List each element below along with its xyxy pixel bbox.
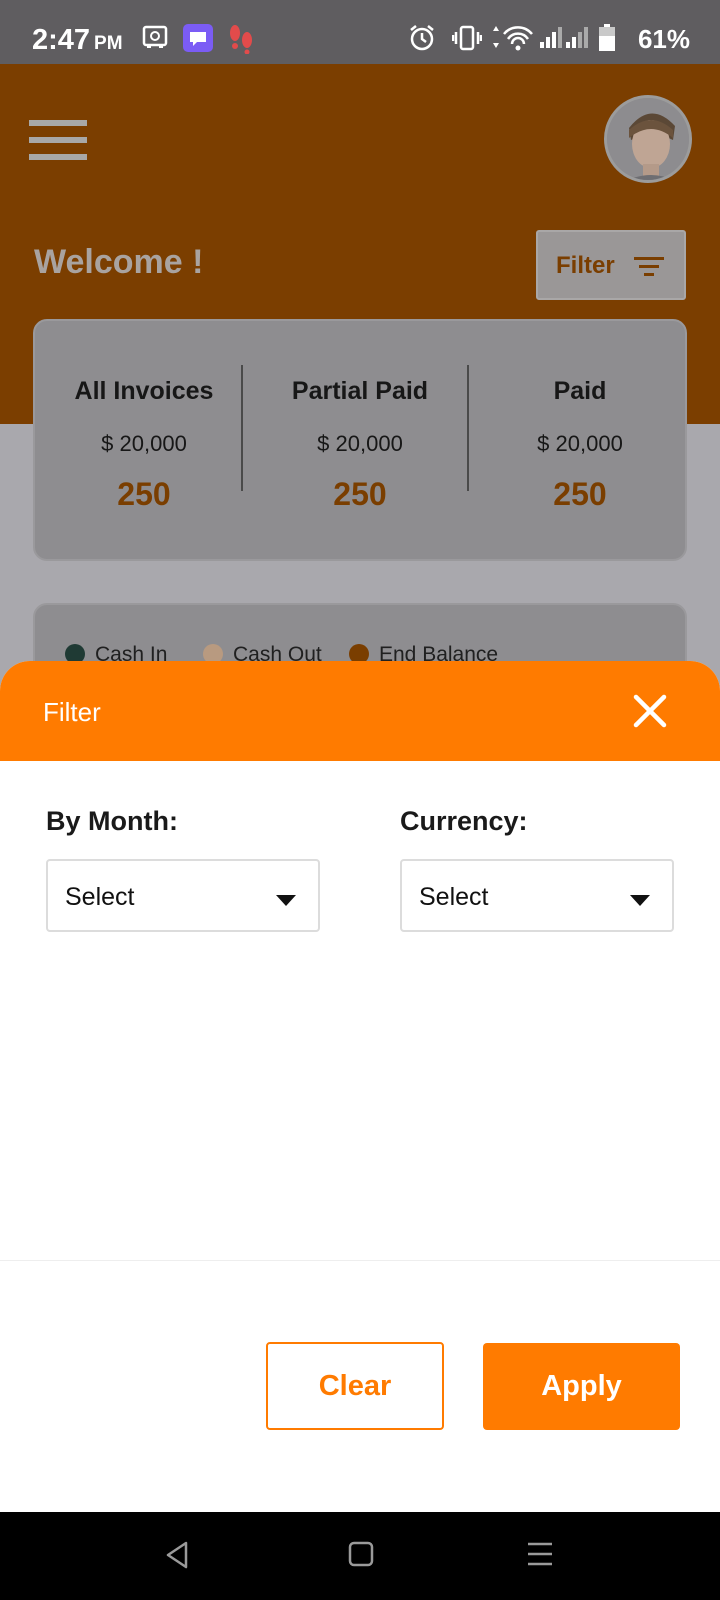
chevron-down-icon — [276, 895, 296, 906]
invoice-stats-card: All Invoices $ 20,000 250 Partial Paid $… — [33, 319, 687, 561]
back-icon[interactable] — [164, 1540, 190, 1570]
chat-app-icon — [183, 24, 213, 52]
home-icon[interactable] — [348, 1540, 374, 1568]
signal-icon — [540, 27, 588, 48]
vault-app-icon — [142, 25, 168, 48]
sheet-header: Filter — [0, 661, 720, 761]
status-bar: 2:47 PM 61% — [0, 0, 720, 64]
stat-title: Paid — [553, 377, 607, 405]
stat-title: All Invoices — [74, 377, 214, 405]
vibrate-icon — [452, 25, 482, 51]
month-label: By Month: — [46, 806, 178, 836]
status-ampm: PM — [94, 33, 123, 54]
filter-lines-icon — [634, 257, 664, 276]
stat-count: 250 — [117, 476, 171, 512]
stat-divider — [241, 365, 243, 491]
filter-button-label: Filter — [556, 252, 615, 279]
stat-divider — [467, 365, 469, 491]
currency-label: Currency: — [400, 806, 528, 836]
avatar[interactable] — [604, 95, 692, 183]
filter-button[interactable]: Filter — [536, 230, 686, 300]
menu-icon[interactable] — [29, 120, 87, 160]
battery-percentage: 61% — [637, 24, 690, 54]
divider — [0, 1260, 720, 1261]
month-select[interactable]: Select — [46, 859, 320, 932]
currency-select[interactable]: Select — [400, 859, 674, 932]
clear-button[interactable]: Clear — [266, 1342, 444, 1430]
footsteps-app-icon — [230, 25, 252, 54]
month-select-value: Select — [65, 883, 135, 911]
status-time: 2:47 PM — [32, 24, 123, 57]
currency-select-value: Select — [419, 883, 489, 911]
stat-all-invoices[interactable]: All Invoices $ 20,000 250 — [35, 321, 253, 563]
recents-icon[interactable] — [526, 1540, 554, 1568]
stat-count: 250 — [333, 476, 387, 512]
welcome-heading: Welcome ! — [34, 243, 204, 281]
system-nav-bar — [0, 1512, 720, 1600]
close-icon[interactable] — [630, 691, 670, 731]
stat-paid[interactable]: Paid $ 20,000 250 — [471, 321, 689, 563]
status-time-value: 2:47 — [32, 24, 91, 56]
alarm-icon — [410, 25, 434, 51]
battery-icon — [599, 24, 615, 51]
stat-title: Partial Paid — [291, 377, 429, 405]
sheet-title: Filter — [43, 697, 101, 727]
stat-amount: $ 20,000 — [537, 431, 623, 456]
stat-amount: $ 20,000 — [317, 431, 403, 456]
stat-count: 250 — [553, 476, 607, 512]
wifi-icon — [493, 26, 533, 51]
filter-bottom-sheet: Filter By Month: Select Currency: Select… — [0, 661, 720, 1512]
stat-partial-paid[interactable]: Partial Paid $ 20,000 250 — [251, 321, 469, 563]
chevron-down-icon — [630, 895, 650, 906]
apply-button[interactable]: Apply — [483, 1343, 680, 1430]
stat-amount: $ 20,000 — [101, 431, 187, 456]
